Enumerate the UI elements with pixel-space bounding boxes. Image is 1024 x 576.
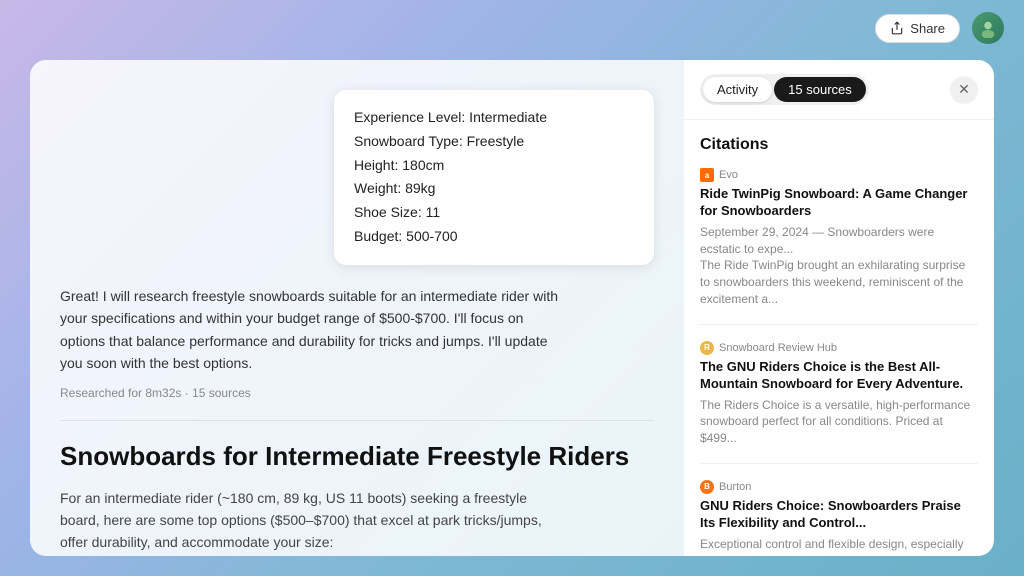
citation-item-burton: B Burton GNU Riders Choice: Snowboarders… xyxy=(700,480,978,556)
citation-excerpt-3: Exceptional control and flexible design,… xyxy=(700,536,978,556)
burton-icon: B xyxy=(700,480,714,494)
right-header: Activity 15 sources ✕ xyxy=(684,60,994,120)
avatar xyxy=(972,12,1004,44)
citation-excerpt-1: September 29, 2024 — Snowboarders were e… xyxy=(700,224,978,258)
left-panel: Experience Level: Intermediate Snowboard… xyxy=(30,60,684,556)
header-bar: Share xyxy=(0,0,1024,56)
close-button[interactable]: ✕ xyxy=(950,76,978,104)
review-source-name: Snowboard Review Hub xyxy=(719,342,837,354)
source-label-review: R Snowboard Review Hub xyxy=(700,341,978,355)
share-button[interactable]: Share xyxy=(875,14,960,43)
citation-title-1[interactable]: Ride TwinPig Snowboard: A Game Changer f… xyxy=(700,186,978,220)
right-content: Citations a Evo Ride TwinPig Snowboard: … xyxy=(684,120,994,556)
research-note: Researched for 8m32s · 15 sources xyxy=(60,386,654,400)
tab-sources[interactable]: 15 sources xyxy=(774,77,866,102)
citation-title-3[interactable]: GNU Riders Choice: Snowboarders Praise I… xyxy=(700,498,978,532)
section-divider xyxy=(60,420,654,421)
avatar-image xyxy=(978,18,998,38)
info-card: Experience Level: Intermediate Snowboard… xyxy=(334,90,654,265)
evo-source-name: Evo xyxy=(719,169,738,181)
share-label: Share xyxy=(910,21,945,36)
body-text: For an intermediate rider (~180 cm, 89 k… xyxy=(60,487,560,554)
description-text: Great! I will research freestyle snowboa… xyxy=(60,285,560,375)
budget: Budget: 500-700 xyxy=(354,225,634,249)
citations-title: Citations xyxy=(700,136,978,154)
weight: Weight: 89kg xyxy=(354,177,634,201)
citation-item-review-hub: R Snowboard Review Hub The GNU Riders Ch… xyxy=(700,341,978,464)
main-title: Snowboards for Intermediate Freestyle Ri… xyxy=(60,441,654,472)
snowboard-type: Snowboard Type: Freestyle xyxy=(354,130,634,154)
shoe-size: Shoe Size: 11 xyxy=(354,201,634,225)
experience-level: Experience Level: Intermediate xyxy=(354,106,634,130)
height: Height: 180cm xyxy=(354,154,634,178)
share-icon xyxy=(890,21,904,35)
citation-title-2[interactable]: The GNU Riders Choice is the Best All-Mo… xyxy=(700,359,978,393)
burton-source-name: Burton xyxy=(719,481,751,493)
source-label-evo: a Evo xyxy=(700,168,978,182)
citation-subexcerpt-1: The Ride TwinPig brought an exhilarating… xyxy=(700,257,978,307)
tab-group: Activity 15 sources xyxy=(700,74,869,105)
evo-icon: a xyxy=(700,168,714,182)
right-panel: Activity 15 sources ✕ Citations a Evo Ri… xyxy=(684,60,994,556)
main-container: Experience Level: Intermediate Snowboard… xyxy=(30,60,994,556)
review-hub-icon: R xyxy=(700,341,714,355)
source-label-burton: B Burton xyxy=(700,480,978,494)
tab-activity[interactable]: Activity xyxy=(703,77,772,102)
citation-excerpt-2: The Riders Choice is a versatile, high-p… xyxy=(700,397,978,447)
citation-item-evo: a Evo Ride TwinPig Snowboard: A Game Cha… xyxy=(700,168,978,325)
